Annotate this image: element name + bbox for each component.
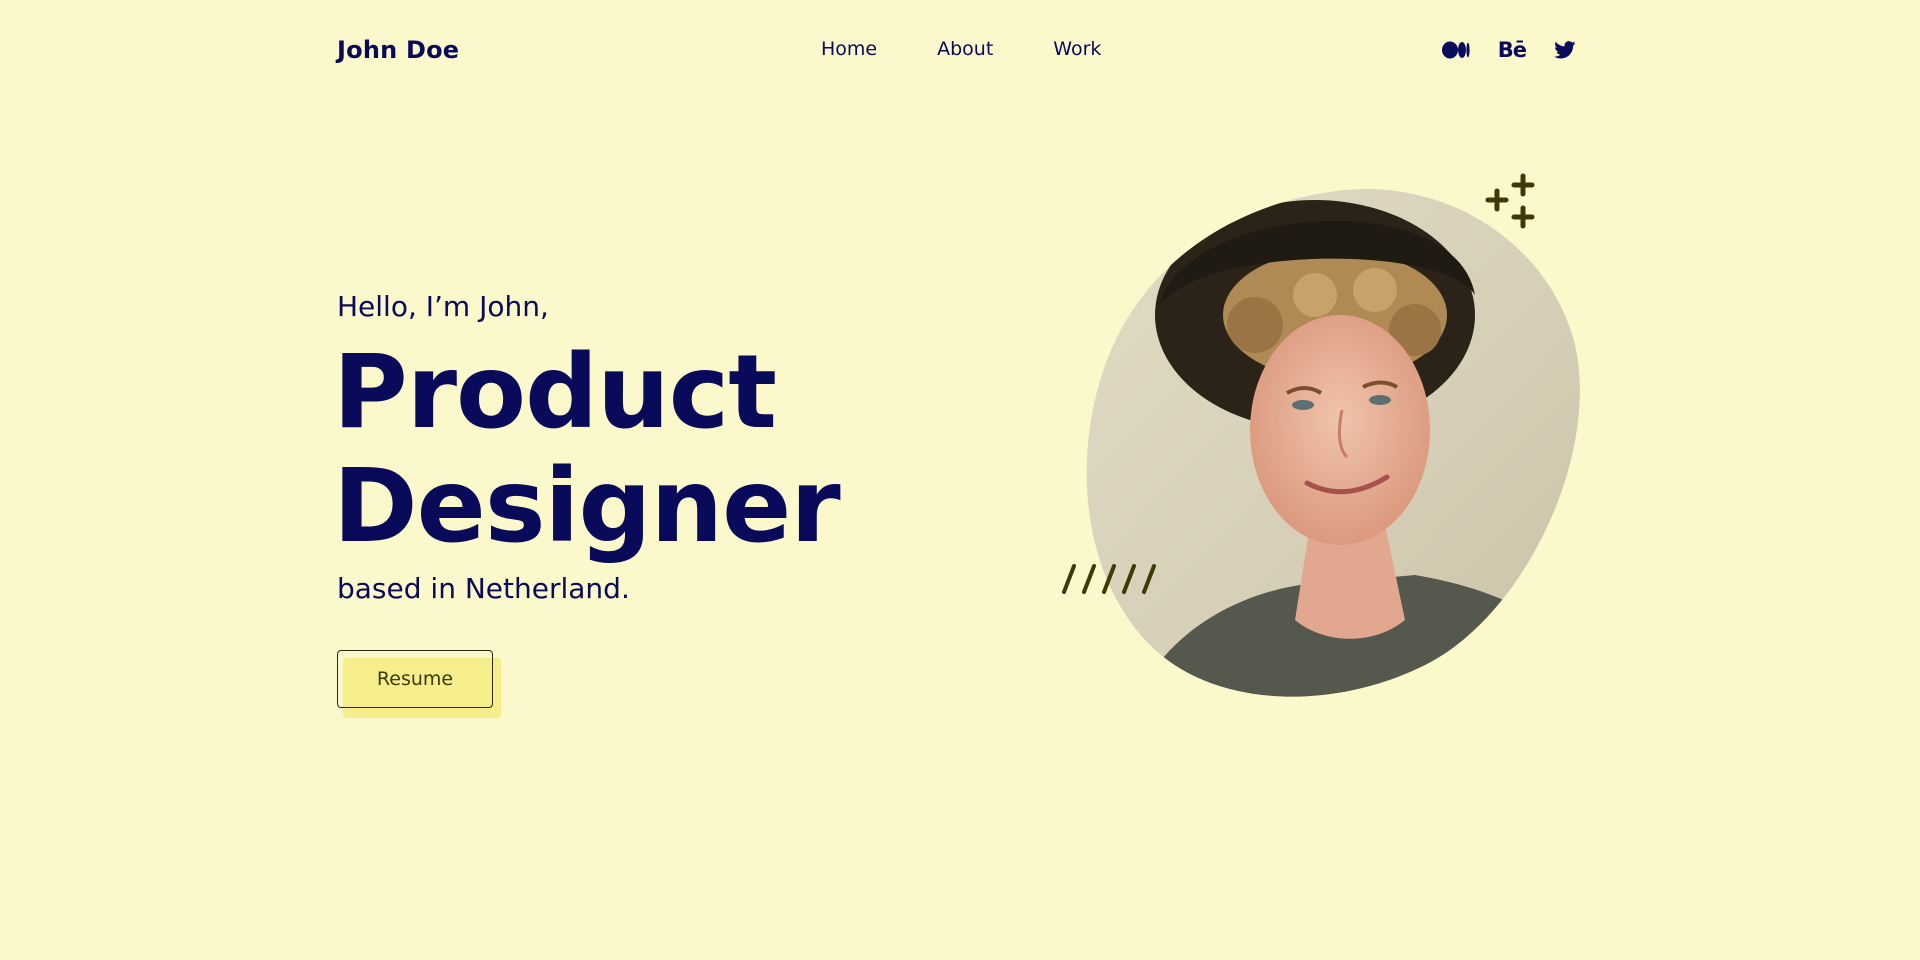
location-text: based in Netherland. (337, 572, 630, 605)
behance-icon[interactable]: Bē (1498, 34, 1527, 66)
nav-work[interactable]: Work (1053, 38, 1101, 60)
resume-button[interactable]: Resume (337, 650, 493, 708)
brand-name[interactable]: John Doe (337, 36, 459, 64)
nav-home[interactable]: Home (821, 38, 877, 60)
portrait-photo (1086, 188, 1580, 697)
twitter-icon[interactable] (1554, 34, 1576, 66)
role-line-2: Designer (333, 447, 841, 566)
nav-about[interactable]: About (937, 38, 993, 60)
slash-marks (1062, 564, 1156, 594)
role-line-1: Product (333, 333, 777, 452)
portrait-area (1055, 165, 1585, 715)
social-links: Bē (1441, 34, 1576, 66)
role-heading: Product Designer (333, 333, 841, 566)
plus-icon (1485, 173, 1535, 229)
page: John Doe Home About Work Bē Hello, I’m J… (0, 0, 1920, 960)
resume-button-wrap: Resume (337, 650, 501, 718)
main-nav: Home About Work (821, 38, 1101, 60)
medium-icon[interactable] (1441, 34, 1470, 66)
greeting: Hello, I’m John, (337, 290, 549, 323)
